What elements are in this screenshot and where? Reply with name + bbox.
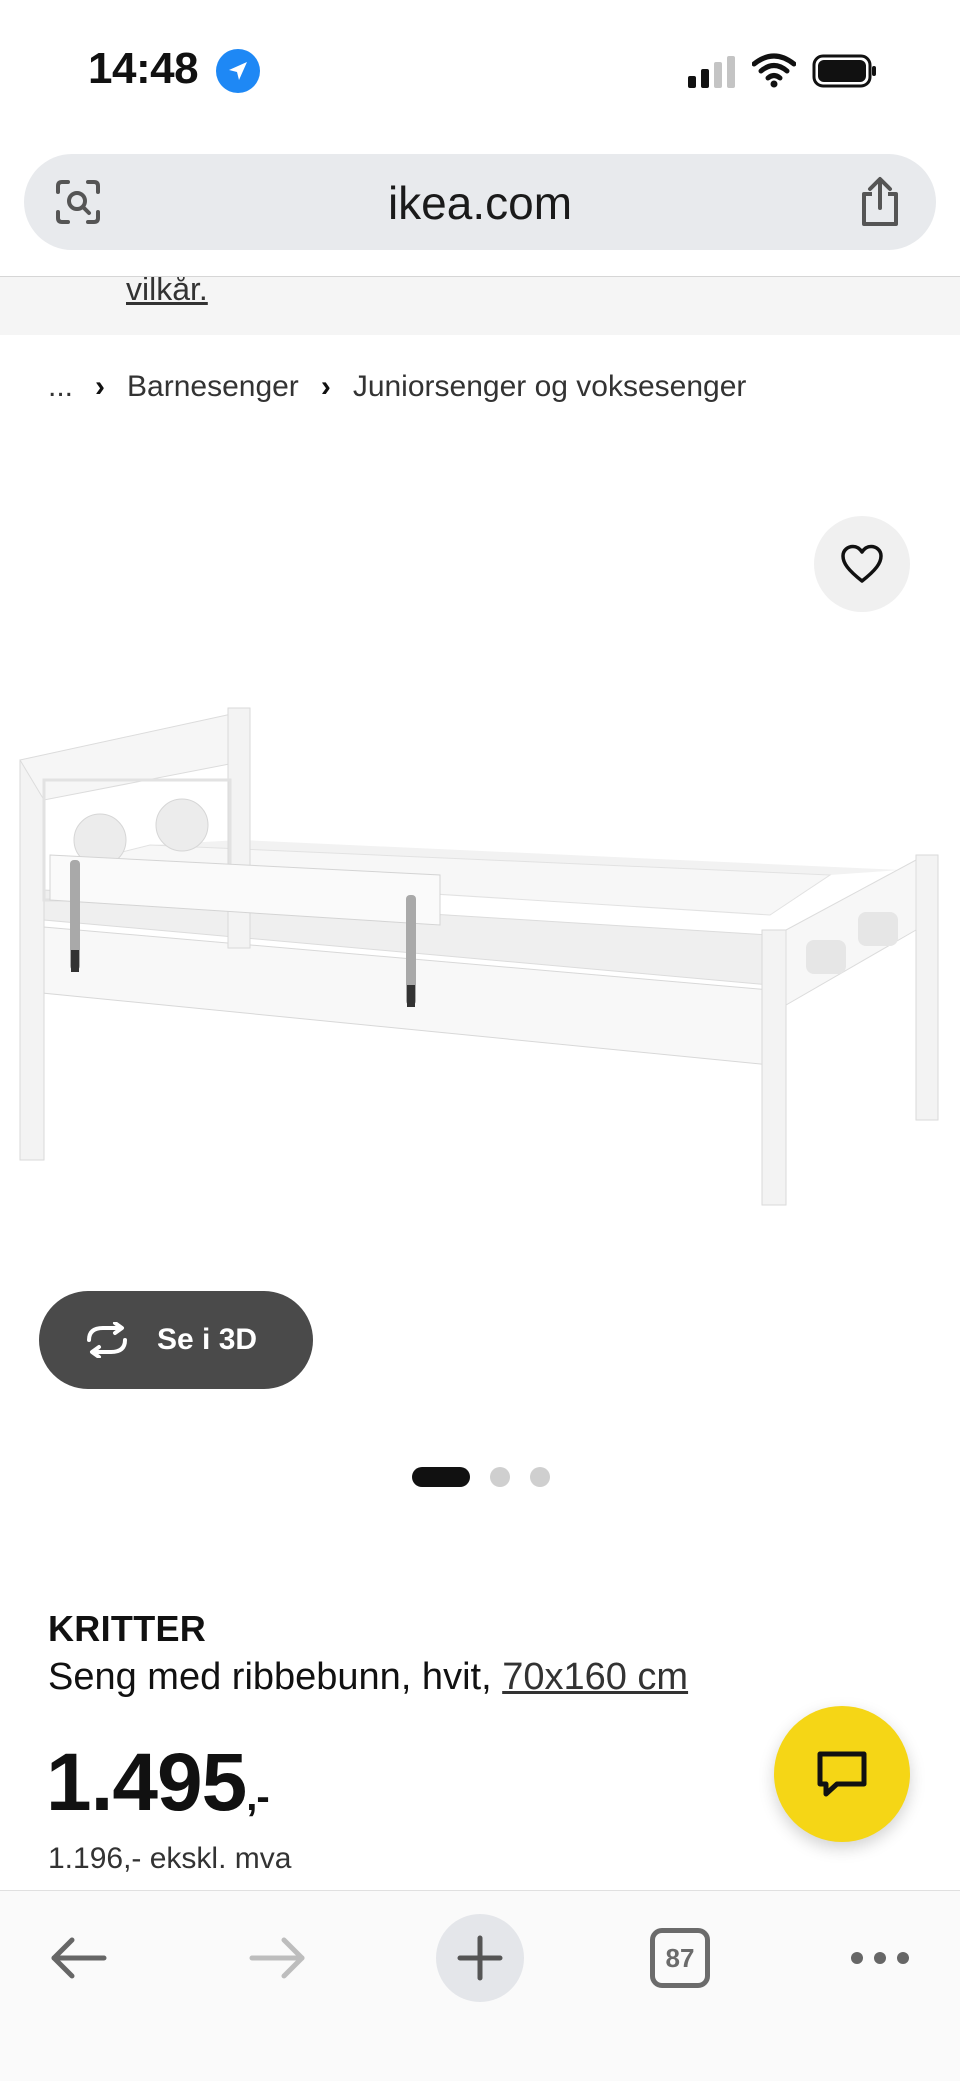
new-tab-button[interactable]	[436, 1914, 524, 2002]
carousel-dot-active[interactable]	[412, 1467, 470, 1487]
terms-link[interactable]: vilkår.	[126, 277, 208, 308]
cellular-signal-icon	[688, 56, 735, 88]
status-time: 14:48	[88, 44, 199, 93]
breadcrumb: ... › Barnesenger › Juniorsenger og voks…	[48, 370, 746, 404]
status-bar: 14:48	[0, 0, 960, 140]
breadcrumb-item-barnesenger[interactable]: Barnesenger	[127, 370, 299, 404]
battery-icon	[812, 54, 876, 88]
price-excl-vat: 1.196,- ekskl. mva	[48, 1842, 292, 1875]
carousel-indicator	[412, 1467, 550, 1487]
share-icon[interactable]	[856, 176, 904, 228]
chevron-right-icon: ›	[320, 370, 331, 403]
rotate-3d-icon	[87, 1322, 127, 1358]
breadcrumb-ellipsis[interactable]: ...	[48, 370, 73, 404]
address-bar[interactable]: ikea.com	[24, 154, 936, 250]
address-url[interactable]: ikea.com	[24, 176, 936, 230]
carousel-dot[interactable]	[490, 1467, 510, 1487]
view-3d-button[interactable]: Se i 3D	[39, 1291, 313, 1389]
tab-count: 87	[650, 1928, 710, 1988]
back-button[interactable]	[36, 1913, 120, 2003]
wifi-icon	[752, 53, 796, 88]
favorite-button[interactable]	[814, 516, 910, 612]
arrow-right-icon	[249, 1937, 305, 1979]
carousel-dot[interactable]	[530, 1467, 550, 1487]
chat-bubble-icon	[817, 1751, 867, 1797]
breadcrumb-item-juniorsenger[interactable]: Juniorsenger og voksesenger	[353, 370, 747, 404]
product-size-link[interactable]: 70x160 cm	[502, 1656, 688, 1698]
ellipsis-icon	[851, 1952, 909, 1964]
product-description-text: Seng med ribbebunn, hvit,	[48, 1656, 503, 1698]
forward-button[interactable]	[236, 1913, 320, 2003]
location-arrow-icon	[216, 49, 260, 93]
view-3d-label: Se i 3D	[157, 1323, 258, 1356]
product-description: Seng med ribbebunn, hvit, 70x160 cm	[48, 1656, 688, 1699]
terms-banner: vilkår.	[0, 277, 960, 335]
plus-icon	[457, 1935, 503, 1981]
chevron-right-icon: ›	[95, 370, 106, 403]
more-button[interactable]	[832, 1913, 928, 2003]
chat-button[interactable]	[774, 1706, 910, 1842]
tabs-button[interactable]: 87	[636, 1913, 724, 2003]
price-suffix: ,-	[246, 1775, 269, 1819]
product-image[interactable]	[0, 660, 960, 1220]
arrow-left-icon	[51, 1937, 107, 1979]
browser-toolbar: 87	[0, 1890, 960, 2081]
product-price: 1.495,-	[46, 1737, 270, 1842]
product-name: KRITTER	[48, 1608, 207, 1649]
heart-icon	[841, 544, 883, 583]
price-value: 1.495	[46, 1737, 247, 1828]
